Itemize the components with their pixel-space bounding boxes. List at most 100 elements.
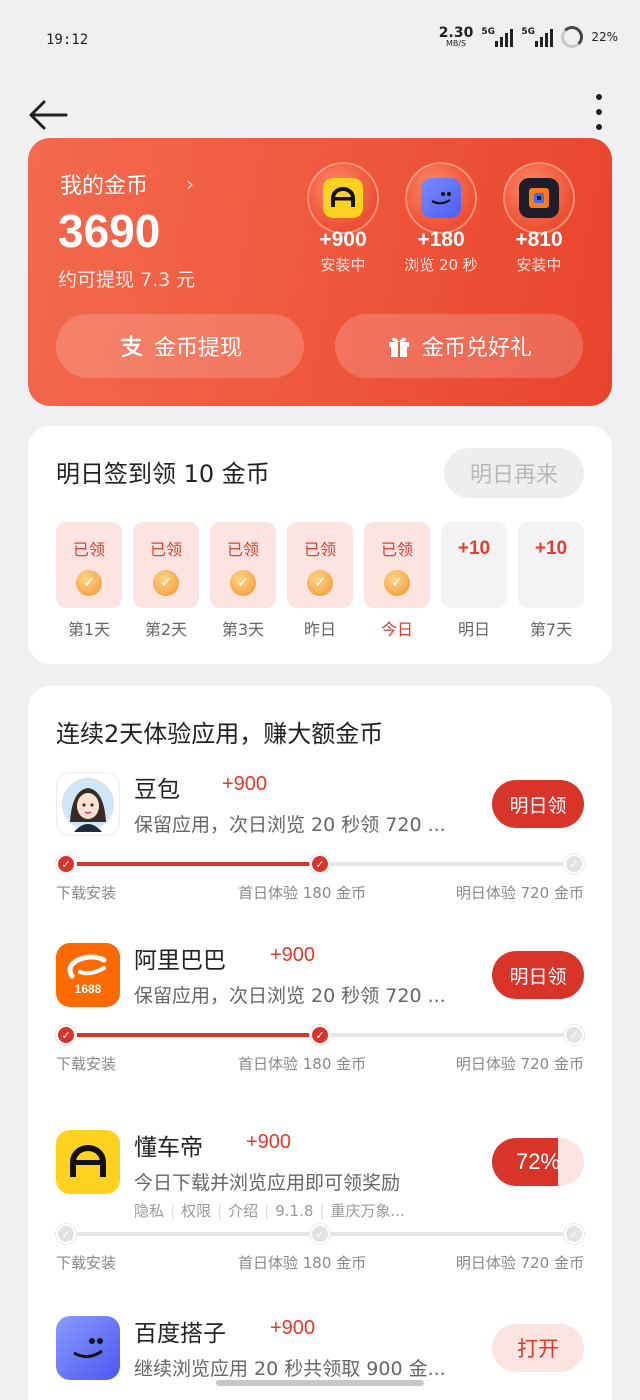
coin-check-icon: ✓ [153, 570, 179, 596]
task-progress-track: ✓ ✓ ✓ 下载安装 首日体验 180 金币 明日体验 720 金币 [56, 854, 584, 904]
app-name: 阿里巴巴 [134, 948, 226, 974]
signin-day: 已领 ✓ 昨日 [287, 522, 353, 640]
coin-title-link[interactable]: 我的金币 › [60, 168, 194, 200]
open-app-button[interactable]: 打开 [492, 1324, 584, 1372]
signin-day: 已领 ✓ 今日 [364, 522, 430, 640]
more-vertical-icon [596, 94, 602, 100]
day-status: +10 [534, 538, 568, 559]
more-button[interactable] [592, 94, 606, 130]
gift-exchange-button-label: 金币兑好礼 [421, 336, 532, 361]
pending-reward-item[interactable]: +180 浏览 20 秒 [404, 162, 478, 275]
stage-label: 首日体验 180 金币 [238, 1055, 367, 1073]
stage-label: 下载安装 [56, 884, 117, 902]
check-icon: ✓ [56, 1025, 76, 1045]
home-indicator[interactable] [216, 1380, 424, 1386]
app-bonus: +900 [270, 1317, 316, 1339]
check-icon: ✓ [310, 1025, 330, 1045]
pending-reward-item[interactable]: +810 安装中 [502, 162, 576, 275]
gift-exchange-button[interactable]: 金币兑好礼 [335, 314, 583, 378]
status-bar: 19:12 2.30 MB/S 5G 5G 22% [0, 0, 640, 80]
intro-link[interactable]: 介绍 [228, 1202, 258, 1220]
alibaba-icon-text: 1688 [74, 982, 102, 996]
sim1-label: 5G [481, 27, 495, 37]
dongchedi-icon[interactable] [56, 1130, 120, 1194]
day-label: 昨日 [303, 620, 336, 639]
app-bonus: +900 [270, 944, 316, 966]
app-tasks-card: 连续2天体验应用，赚大额金币 豆包 +900 保留应用，次日浏览 20 秒领 7… [28, 686, 612, 1400]
check-icon: ✓ [310, 854, 330, 874]
withdrawable-amount: 约可提现 7.3 元 [58, 269, 196, 291]
back-button[interactable] [28, 98, 68, 132]
status-time: 19:12 [46, 32, 89, 48]
pending-reward-amount: +900 [319, 228, 367, 251]
day-status: 已领 [380, 540, 413, 559]
app-meta: 隐私 | 权限 | 介绍 | 9.1.8 | 重庆万象... [134, 1202, 405, 1220]
signal-icon: 5G [481, 27, 514, 47]
pending-reward-item[interactable]: +900 安装中 [306, 162, 380, 275]
privacy-link[interactable]: 隐私 [134, 1202, 164, 1220]
task-progress-track: ✓ ✓ ✓ 下载安装 首日体验 180 金币 明日体验 720 金币 [56, 1025, 584, 1075]
signin-days: 已领 ✓ 第1天 已领 ✓ 第2天 已领 ✓ 第3天 已领 ✓ 昨日 已领 ✓ 今日 +1… [56, 522, 584, 640]
dongchedi-icon [323, 178, 363, 218]
day-status: +10 [457, 538, 491, 559]
battery-percent: 22% [591, 30, 618, 44]
signin-day: +10 明日 [441, 522, 507, 640]
check-icon: ✓ [564, 1025, 584, 1045]
pending-reward-amount: +810 [515, 228, 563, 251]
stage-label: 首日体验 180 金币 [238, 1254, 367, 1272]
app-name: 懂车帝 [134, 1135, 203, 1161]
signin-day: 已领 ✓ 第1天 [56, 522, 122, 640]
arrow-left-icon [29, 100, 68, 130]
signin-title: 明日签到领 10 金币 [56, 460, 270, 488]
day-status: 已领 [72, 540, 105, 559]
cube-app-icon [519, 178, 559, 218]
pending-rewards: +900 安装中 +180 浏览 20 秒 +810 安装中 [306, 162, 576, 275]
network-speed-value: 2.30 [438, 25, 474, 41]
doubao-icon[interactable] [56, 772, 120, 836]
signin-day: 已领 ✓ 第3天 [210, 522, 276, 640]
day-label: 第7天 [529, 620, 573, 639]
withdraw-button-label: 金币提现 [153, 336, 242, 361]
baidu-dazi-icon[interactable] [56, 1316, 120, 1380]
network-speed-unit: MB/S [445, 39, 467, 48]
alipay-icon [120, 334, 143, 358]
app-bonus: +900 [222, 773, 268, 795]
alibaba-icon[interactable]: 1688 [56, 943, 120, 1007]
pending-reward-status: 浏览 20 秒 [404, 256, 478, 274]
app-version: 9.1.8 [275, 1202, 314, 1220]
claim-tomorrow-button[interactable]: 明日领 [492, 951, 584, 999]
claim-tomorrow-button[interactable]: 明日领 [492, 780, 584, 828]
stage-label: 下载安装 [56, 1254, 117, 1272]
coin-check-icon: ✓ [384, 570, 410, 596]
day-label: 今日 [380, 620, 413, 639]
check-icon: ✓ [310, 1224, 330, 1244]
download-progress-label: 72% [515, 1149, 561, 1174]
day-label: 第2天 [144, 620, 188, 639]
tasks-title: 连续2天体验应用，赚大额金币 [56, 720, 384, 748]
check-icon: ✓ [56, 1224, 76, 1244]
coin-balance: 3690 [58, 205, 161, 257]
gift-icon [388, 337, 409, 357]
pending-reward-status: 安装中 [516, 256, 562, 274]
permissions-link[interactable]: 权限 [181, 1202, 211, 1220]
day-status: 已领 [149, 540, 182, 559]
signin-day: +10 第7天 [518, 522, 584, 640]
stage-label: 明日体验 720 金币 [455, 884, 584, 902]
developer-name: 重庆万象... [330, 1202, 405, 1220]
withdraw-button[interactable]: 金币提现 [56, 314, 304, 378]
day-label: 第1天 [67, 620, 111, 639]
pending-reward-amount: +180 [417, 228, 465, 251]
check-icon: ✓ [564, 1224, 584, 1244]
app-description: 保留应用，次日浏览 20 秒领 720 ... [134, 814, 446, 836]
daily-signin-card: 明日签到领 10 金币 明日再来 已领 ✓ 第1天 已领 ✓ 第2天 已领 ✓ 第3天… [28, 426, 612, 664]
status-icons: 2.30 MB/S 5G 5G 22% [439, 26, 618, 48]
pending-reward-status: 安装中 [320, 256, 366, 274]
coin-title: 我的金币 [60, 174, 149, 199]
battery-icon [561, 26, 584, 48]
coin-check-icon: ✓ [230, 570, 256, 596]
day-status: 已领 [303, 540, 336, 559]
come-back-tomorrow-button[interactable]: 明日再来 [444, 448, 584, 498]
download-progress-button[interactable]: 72% [492, 1138, 584, 1186]
stage-label: 首日体验 180 金币 [238, 884, 367, 902]
app-description: 今日下载并浏览应用即可领奖励 [134, 1172, 401, 1194]
